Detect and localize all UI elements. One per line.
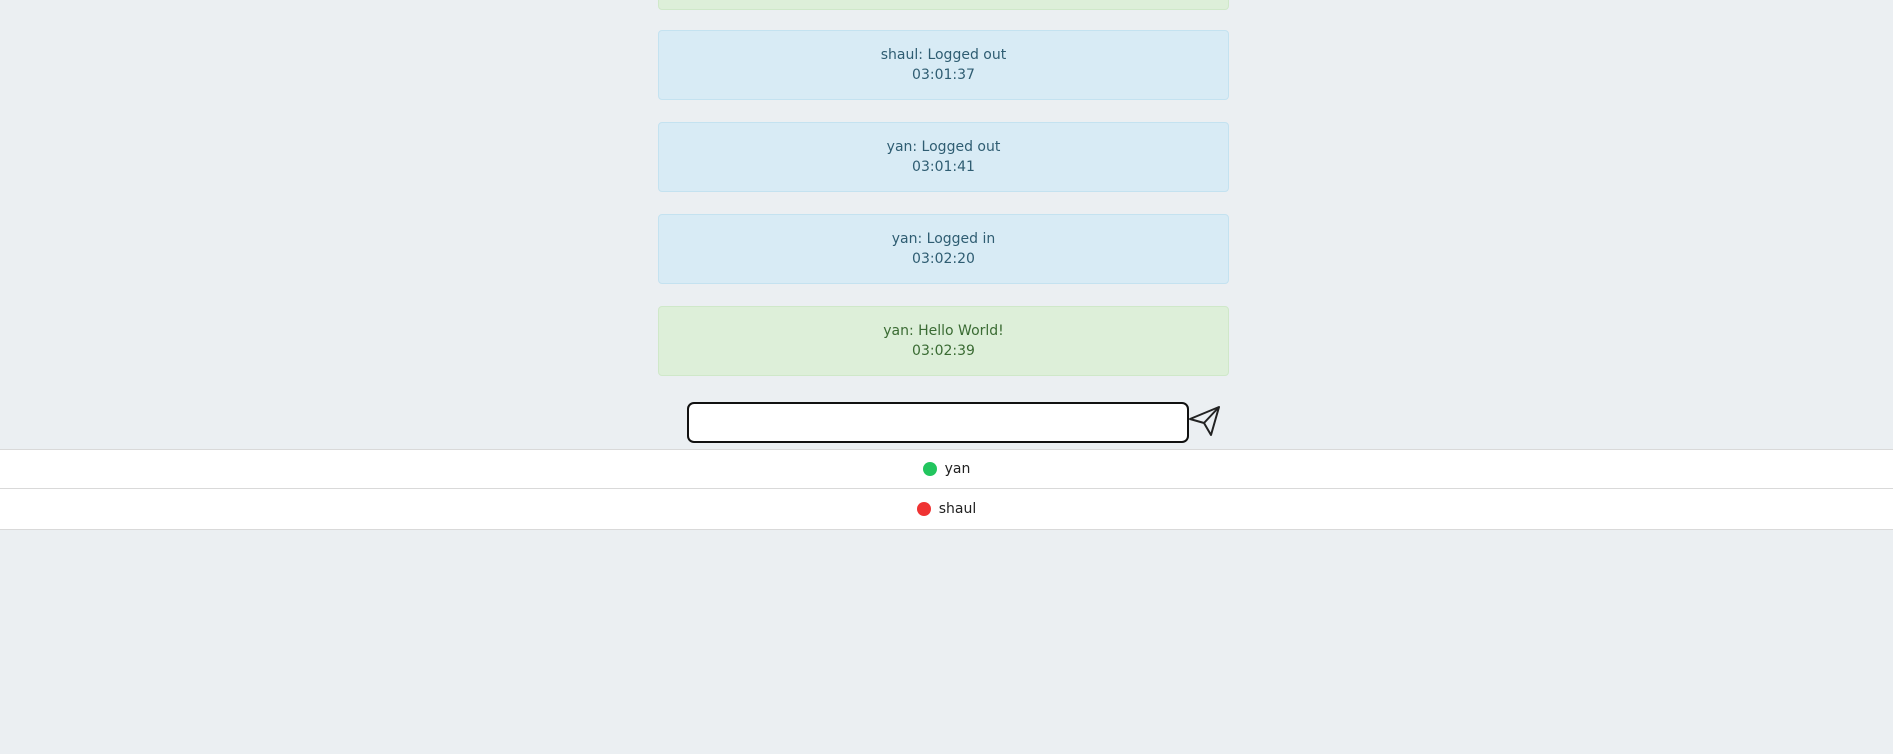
user-row: yan — [0, 449, 1893, 489]
message-input[interactable] — [687, 402, 1189, 443]
message-text: shaul: Logged out — [880, 47, 1007, 63]
user-list: yan shaul — [0, 449, 1893, 530]
message-item: shaul: Logged out 03:01:37 — [658, 30, 1229, 100]
status-indicator — [922, 462, 937, 476]
message-time: 03:01:37 — [912, 67, 975, 83]
message-item: yan: Hello World! 03:02:39 — [658, 306, 1229, 376]
message-item — [658, 0, 1229, 10]
user-name: shaul — [938, 501, 977, 517]
user-row: shaul — [0, 489, 1893, 530]
message-item: yan: Logged in 03:02:20 — [658, 214, 1229, 284]
message-text: yan: Hello World! — [883, 323, 1004, 339]
message-item: yan: Logged out 03:01:41 — [658, 122, 1229, 192]
message-time: 03:02:39 — [912, 343, 975, 359]
message-time: 03:01:41 — [912, 159, 975, 175]
message-text: yan: Logged in — [891, 231, 996, 247]
status-indicator — [916, 502, 931, 516]
message-time: 03:02:20 — [912, 251, 975, 267]
message-text: yan: Logged out — [886, 139, 1001, 155]
user-name: yan — [944, 461, 971, 477]
send-paper-plane-icon[interactable] — [1188, 404, 1222, 438]
